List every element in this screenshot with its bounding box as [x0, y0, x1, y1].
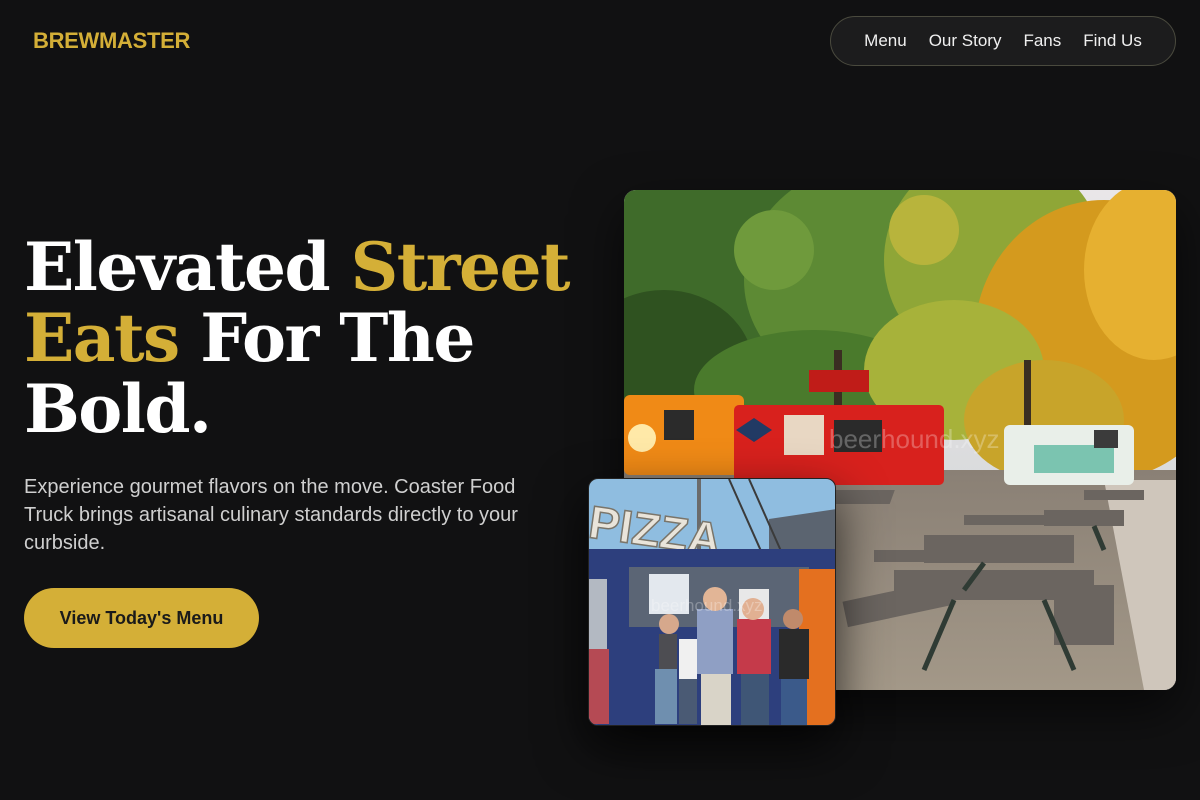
hero-title-part-1: Elevated	[24, 228, 351, 306]
nav-item-fans[interactable]: Fans	[1023, 31, 1061, 51]
main-nav: Menu Our Story Fans Find Us	[830, 16, 1176, 66]
nav-item-menu[interactable]: Menu	[864, 31, 907, 51]
hero-title-highlight-1: Street	[350, 228, 571, 306]
small-photo-watermark: beerhound.xyz	[651, 596, 763, 615]
main-photo-watermark: beerhound.xyz	[829, 424, 1000, 454]
hero-title-part-2: For The	[178, 299, 475, 377]
landing-page: BREWMASTER Menu Our Story Fans Find Us E…	[0, 0, 1200, 800]
hero-title-highlight-2: Eats	[24, 299, 180, 377]
nav-item-find-us[interactable]: Find Us	[1083, 31, 1142, 51]
hero-title: Elevated Street Eats For The Bold.	[24, 232, 584, 445]
view-menu-button[interactable]: View Today's Menu	[24, 588, 259, 648]
hero-title-part-3: Bold.	[24, 370, 212, 448]
hero-subtitle: Experience gourmet flavors on the move. …	[24, 476, 518, 554]
pizza-truck-photo: PIZZA beerhound.xyz	[588, 478, 836, 726]
brand-logo[interactable]: BREWMASTER	[33, 28, 190, 54]
nav-item-our-story[interactable]: Our Story	[929, 31, 1002, 51]
